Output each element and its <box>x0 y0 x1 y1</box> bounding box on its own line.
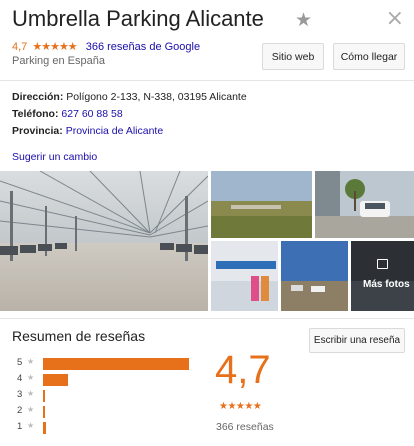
bar-row-3: 3 ★ <box>17 389 207 402</box>
rating-bar <box>43 406 45 418</box>
star-icon: ★ <box>27 405 35 414</box>
directions-button[interactable]: Cómo llegar <box>333 43 405 70</box>
address-label: Dirección: <box>12 91 64 103</box>
rating-bar <box>43 422 46 434</box>
bar-row-2: 2 ★ <box>17 405 207 418</box>
rating-bar <box>43 374 68 386</box>
save-star-icon[interactable]: ★ <box>295 9 312 32</box>
address-row: Dirección: Polígono 2-133, N-338, 03195 … <box>12 91 247 103</box>
write-review-button[interactable]: Escribir una reseña <box>309 328 405 353</box>
star-icon: ★ <box>27 373 35 382</box>
photo-outdoor-lot[interactable] <box>281 241 348 311</box>
province-row: Provincia: Provincia de Alicante <box>12 125 163 137</box>
phone-label: Teléfono: <box>12 108 59 120</box>
divider <box>0 318 414 319</box>
bar-label: 5 <box>17 357 23 368</box>
more-photos-label: Más fotos <box>363 279 410 290</box>
bar-label: 4 <box>17 373 23 384</box>
star-icon: ★ <box>27 357 35 366</box>
average-score: 4,7 <box>215 348 271 392</box>
photos-icon <box>377 259 388 269</box>
bar-label: 2 <box>17 405 23 416</box>
star-icon: ★ <box>27 389 35 398</box>
phone-row: Teléfono: 627 60 88 58 <box>12 108 123 120</box>
review-summary-title: Resumen de reseñas <box>12 328 146 344</box>
province-label: Provincia: <box>12 125 63 137</box>
bar-row-5: 5 ★ <box>17 357 207 370</box>
bar-label: 1 <box>17 421 23 432</box>
rating-value: 4,7 <box>12 41 28 53</box>
average-stars-icon: ★★★★★ <box>219 401 262 412</box>
phone-link[interactable]: 627 60 88 58 <box>61 108 122 120</box>
divider <box>0 80 414 81</box>
star-icon: ★ <box>27 421 35 430</box>
rating-line: 4,7 ★★★★★ 366 reseñas de Google <box>12 40 200 53</box>
bar-row-1: 1 ★ <box>17 421 207 434</box>
more-photos-tile[interactable]: Más fotos <box>351 241 414 311</box>
bar-label: 3 <box>17 389 23 400</box>
place-title: Umbrella Parking Alicante <box>12 6 264 31</box>
address-value: Polígono 2-133, N-338, 03195 Alicante <box>66 91 247 103</box>
total-reviews: 366 reseñas <box>216 421 274 433</box>
photo-office[interactable] <box>211 241 278 311</box>
photo-car-street[interactable] <box>315 171 414 238</box>
bar-row-4: 4 ★ <box>17 373 207 386</box>
close-icon[interactable]: × <box>386 6 404 31</box>
province-link[interactable]: Provincia de Alicante <box>66 125 163 137</box>
website-button[interactable]: Sitio web <box>262 43 324 70</box>
rating-bar <box>43 358 189 370</box>
place-category: Parking en España <box>12 55 105 67</box>
reviews-link[interactable]: 366 reseñas de Google <box>86 41 200 53</box>
photo-field[interactable] <box>211 171 312 238</box>
suggest-edit-link[interactable]: Sugerir un cambio <box>12 151 97 163</box>
header: Umbrella Parking Alicante ★ × <box>12 6 404 36</box>
rating-bar <box>43 390 45 402</box>
photo-parking-interior[interactable] <box>0 171 208 311</box>
rating-stars-icon: ★★★★★ <box>32 41 77 53</box>
